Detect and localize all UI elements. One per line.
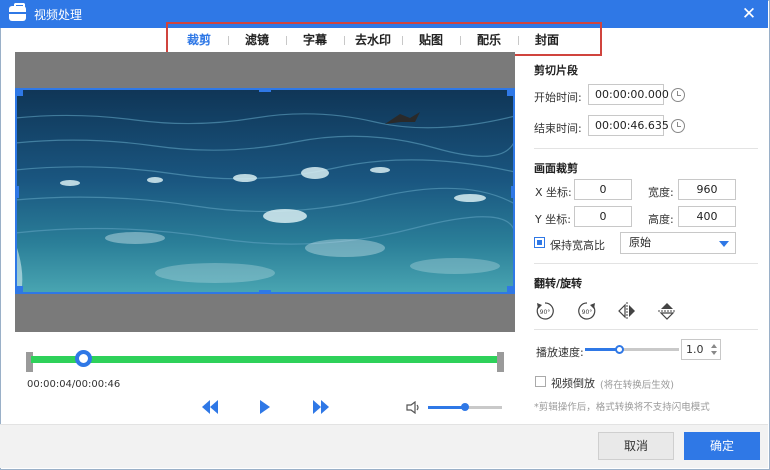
rotate-right-button[interactable]: 90°: [576, 300, 598, 322]
x-coord-input[interactable]: 0: [574, 179, 632, 200]
speed-input[interactable]: 1.0: [681, 339, 721, 360]
flip-horizontal-icon: [618, 302, 635, 320]
trim-end-handle[interactable]: [497, 352, 504, 372]
reset-end-time-icon[interactable]: [671, 119, 685, 133]
flip-vertical-icon: [658, 303, 676, 320]
volume-slider[interactable]: [428, 403, 502, 411]
speed-value: 1.0: [686, 343, 704, 356]
ratio-select[interactable]: 原始: [620, 232, 736, 254]
rotate-right-icon: 90°: [578, 302, 596, 320]
reverse-checkbox[interactable]: [535, 376, 546, 387]
chevron-down-icon: [719, 241, 729, 247]
tab-sticker[interactable]: 贴图: [402, 30, 460, 50]
divider: [534, 329, 758, 330]
speed-knob[interactable]: [615, 345, 624, 354]
volume-knob[interactable]: [461, 403, 469, 411]
crop-section-title: 画面裁剪: [534, 162, 578, 175]
tab-music[interactable]: 配乐: [460, 30, 518, 50]
flip-vertical-button[interactable]: [656, 300, 678, 322]
svg-text:90°: 90°: [582, 309, 593, 316]
tab-cover[interactable]: 封面: [518, 30, 576, 50]
volume-fill: [428, 406, 465, 409]
crop-handle-bottom-right[interactable]: [507, 286, 515, 294]
rotate-left-icon: 90°: [536, 302, 554, 320]
crop-handle-right[interactable]: [511, 186, 515, 198]
start-time-input[interactable]: 00:00:00.000: [588, 84, 669, 105]
keep-ratio-label: 保持宽高比: [550, 239, 605, 252]
close-icon[interactable]: ✕: [738, 3, 760, 25]
tab-watermark-removal[interactable]: 去水印: [344, 30, 402, 50]
end-time-input[interactable]: 00:00:46.635: [588, 115, 669, 136]
fast-forward-button[interactable]: [311, 400, 331, 417]
width-label: 宽度:: [648, 186, 674, 199]
tab-crop[interactable]: 裁剪: [170, 30, 228, 50]
speed-fill: [585, 348, 619, 351]
increment-icon[interactable]: [711, 344, 717, 348]
timeline[interactable]: [26, 350, 504, 372]
crop-handle-left[interactable]: [15, 186, 19, 198]
rewind-button[interactable]: [200, 400, 220, 417]
x-coord-label: X 坐标:: [535, 186, 572, 199]
crop-frame[interactable]: [15, 88, 515, 294]
y-coord-input[interactable]: 0: [574, 206, 632, 227]
divider: [534, 148, 758, 149]
ok-button[interactable]: 确定: [684, 432, 760, 460]
rewind-icon: [202, 400, 218, 414]
fast-forward-icon: [313, 400, 329, 414]
flip-section-title: 翻转/旋转: [534, 277, 583, 290]
height-label: 高度:: [648, 213, 674, 226]
volume-icon[interactable]: [406, 400, 422, 417]
keep-ratio-checkbox[interactable]: [534, 237, 545, 248]
flip-horizontal-button[interactable]: [616, 300, 638, 322]
tab-subtitle[interactable]: 字幕: [286, 30, 344, 50]
play-button[interactable]: [259, 400, 271, 417]
ratio-select-value: 原始: [629, 236, 651, 249]
height-input[interactable]: 400: [678, 206, 736, 227]
timeline-track[interactable]: [31, 356, 501, 363]
divider: [534, 263, 758, 264]
y-coord-label: Y 坐标:: [535, 213, 571, 226]
crop-handle-top-right[interactable]: [507, 88, 515, 96]
tab-bar: 裁剪 滤镜 字幕 去水印 贴图 配乐 封面: [170, 30, 576, 50]
time-display: 00:00:04/00:00:46: [27, 379, 121, 390]
cancel-button[interactable]: 取消: [598, 432, 674, 460]
crop-handle-top-left[interactable]: [15, 88, 23, 96]
reset-start-time-icon[interactable]: [671, 88, 685, 102]
tab-filter[interactable]: 滤镜: [228, 30, 286, 50]
briefcase-icon: [9, 3, 26, 21]
reverse-label: 视频倒放: [551, 377, 595, 390]
crop-handle-bottom-left[interactable]: [15, 286, 23, 294]
svg-text:90°: 90°: [540, 309, 551, 316]
reverse-note: (将在转换后生效): [600, 380, 674, 391]
decrement-icon[interactable]: [711, 351, 717, 355]
speed-slider[interactable]: [585, 345, 679, 354]
footnote: *剪辑操作后，格式转换将不支持闪电模式: [534, 402, 710, 413]
play-icon: [260, 400, 270, 414]
crop-handle-bottom[interactable]: [259, 290, 271, 294]
crop-handle-top[interactable]: [259, 88, 271, 92]
rotate-left-button[interactable]: 90°: [534, 300, 556, 322]
speed-label: 播放速度:: [536, 346, 584, 359]
window-title: 视频处理: [34, 8, 83, 22]
end-time-label: 结束时间:: [534, 122, 582, 135]
start-time-label: 开始时间:: [534, 91, 582, 104]
trim-section-title: 剪切片段: [534, 64, 578, 77]
playhead-knob[interactable]: [74, 350, 92, 367]
width-input[interactable]: 960: [678, 179, 736, 200]
